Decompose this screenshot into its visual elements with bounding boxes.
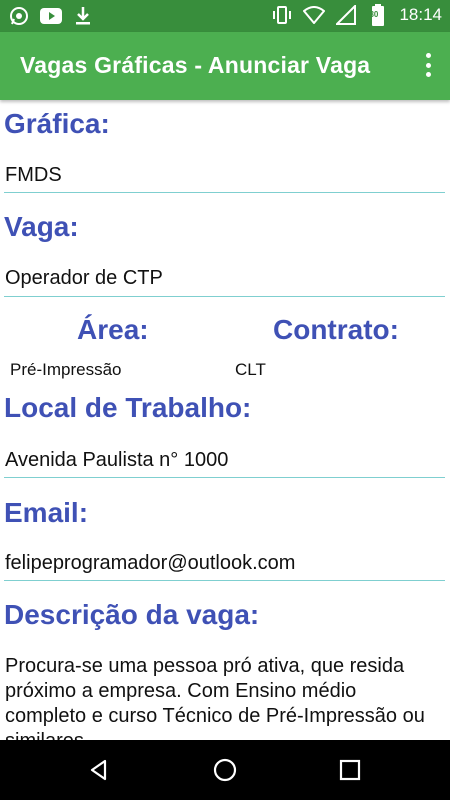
navigation-bar (0, 740, 450, 800)
battery-level: 30 (369, 10, 379, 19)
descricao-field[interactable]: Procura-se uma pessoa pró ativa, que res… (5, 654, 435, 740)
area-label: Área: (77, 314, 149, 345)
grafica-underline (4, 192, 445, 193)
youtube-icon (40, 5, 62, 27)
app-bar: Vagas Gráficas - Anunciar Vaga (0, 32, 450, 100)
status-bar: 30 18:14 (0, 0, 450, 32)
area-value[interactable]: Pré-Impressão (10, 360, 121, 380)
overflow-menu-icon[interactable] (420, 50, 436, 80)
descricao-label: Descrição da vaga: (4, 599, 260, 630)
wifi-icon (303, 4, 326, 26)
local-label: Local de Trabalho: (4, 392, 252, 423)
email-field[interactable]: felipeprogramador@outlook.com (5, 552, 295, 575)
contrato-label: Contrato: (273, 314, 399, 345)
back-icon[interactable] (83, 754, 115, 786)
local-underline (4, 477, 445, 478)
recents-icon[interactable] (334, 754, 366, 786)
vibrate-icon (271, 4, 293, 26)
vaga-field[interactable]: Operador de CTP (5, 267, 163, 290)
battery-icon: 30 (367, 4, 389, 26)
home-icon[interactable] (209, 754, 241, 786)
email-label: Email: (4, 497, 89, 528)
vaga-label: Vaga: (4, 211, 79, 242)
vaga-underline (4, 296, 445, 297)
grafica-field[interactable]: FMDS (5, 164, 62, 187)
email-underline (4, 580, 445, 581)
download-icon (72, 5, 94, 27)
status-time: 18:14 (399, 5, 442, 24)
page-title: Vagas Gráficas - Anunciar Vaga (20, 52, 371, 78)
signal-icon (335, 4, 357, 26)
whatsapp-icon (8, 5, 30, 27)
grafica-label: Gráfica: (4, 108, 110, 139)
job-form: Gráfica: FMDS Vaga: Operador de CTP Área… (0, 100, 450, 740)
local-field[interactable]: Avenida Paulista n° 1000 (5, 449, 228, 472)
contrato-value[interactable]: CLT (235, 360, 266, 380)
